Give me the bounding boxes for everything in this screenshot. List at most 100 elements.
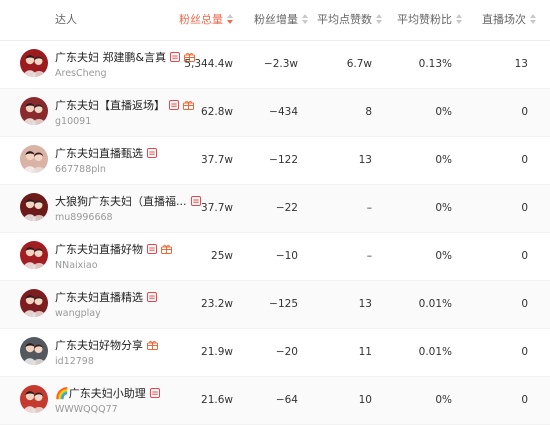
avatar[interactable] [20,289,48,317]
sort-icon [376,14,382,24]
talent-account-id: AresCheng [55,68,107,79]
talent-name[interactable]: 广东夫妇 郑建鹏&言真 [55,49,196,65]
table-row[interactable]: 广东夫妇直播精选 wangplay 23.2w −125 13 0.01% 0 [0,281,550,329]
live-sessions-value: 0 [521,346,528,358]
like-fan-ratio-value: 0.13% [418,58,452,70]
avg-likes-value: 13 [358,154,372,166]
live-sessions-value: 0 [521,250,528,262]
fans-increase-value: −434 [269,106,298,118]
avg-likes-value: 6.7w [346,58,372,70]
col-fans-total-header[interactable]: 粉丝总量 [179,0,233,40]
col-fans-total-label: 粉丝总量 [179,13,223,26]
fans-increase-value: −122 [269,154,298,166]
live-badge-icon [190,196,201,206]
col-fans-increase-header[interactable]: 粉丝增量 [254,0,308,40]
talent-name[interactable]: 广东夫妇好物分享 [55,337,158,353]
avatar[interactable] [20,97,48,125]
talent-name[interactable]: 广东夫妇直播好物 [55,241,172,257]
table-row[interactable]: 广东夫妇直播甄选 667788pln 37.7w −122 13 0% 0 [0,137,550,185]
table-row[interactable]: 广东夫妇【直播返场】 g10091 62.8w −434 8 0% 0 [0,89,550,137]
live-badge-icon [147,292,157,302]
fans-increase-value: −2.3w [263,58,298,70]
fans-total-value: 21.6w [201,394,233,406]
avg-likes-value: 10 [358,394,372,406]
talent-name-text[interactable]: 广东夫妇 郑建鹏&言真 [55,51,166,64]
talent-account-id: mu8996668 [55,212,113,223]
talent-name-text[interactable]: 🌈广东夫妇小助理 [55,387,146,400]
avatar[interactable] [20,49,48,77]
live-sessions-value: 0 [521,106,528,118]
fans-total-value: 62.8w [201,106,233,118]
like-fan-ratio-value: 0% [435,202,452,214]
fans-total-value: 37.7w [201,202,233,214]
col-fans-increase-label: 粉丝增量 [254,13,298,26]
table-row[interactable]: 广东夫妇好物分享 id12798 21.9w −20 11 0.01% 0 [0,329,550,377]
talent-name-text[interactable]: 广东夫妇【直播返场】 [55,99,165,112]
talent-name[interactable]: 大狼狗广东夫妇（直播福... [55,193,201,209]
table-body: 广东夫妇 郑建鹏&言真 AresCheng 5,344.4w −2.3w 6.7w 0.1… [0,41,550,425]
avg-likes-value: – [366,202,372,214]
talent-name-text[interactable]: 广东夫妇好物分享 [55,339,143,352]
talent-name[interactable]: 广东夫妇【直播返场】 [55,97,194,113]
talent-ranking-table: 达人 粉丝总量 粉丝增量 平均点赞数 平均赞粉比 直播场次 广东夫妇 郑建鹏&言… [0,0,550,425]
fans-total-value: 23.2w [201,298,233,310]
avg-likes-value: 8 [365,106,372,118]
fans-total-value: 25w [211,250,233,262]
col-avg-likes-label: 平均点赞数 [317,13,372,26]
avatar[interactable] [20,193,48,221]
gift-badge-icon [161,244,172,254]
avg-likes-value: 13 [358,298,372,310]
avatar[interactable] [20,241,48,269]
talent-name-text[interactable]: 广东夫妇直播精选 [55,291,143,304]
talent-name[interactable]: 🌈广东夫妇小助理 [55,385,160,401]
gift-badge-icon [147,340,158,350]
col-lives-label: 直播场次 [482,13,526,26]
fans-total-value: 21.9w [201,346,233,358]
table-row[interactable]: 广东夫妇 郑建鹏&言真 AresCheng 5,344.4w −2.3w 6.7w 0.1… [0,41,550,89]
table-header: 达人 粉丝总量 粉丝增量 平均点赞数 平均赞粉比 直播场次 [0,0,550,41]
fans-increase-value: −22 [275,202,298,214]
live-sessions-value: 0 [521,202,528,214]
live-badge-icon [147,148,157,158]
avg-likes-value: 11 [358,346,372,358]
talent-account-id: g10091 [55,116,92,127]
col-ratio-label: 平均赞粉比 [397,13,452,26]
gift-badge-icon [183,100,194,110]
sort-icon [530,14,536,24]
fans-total-value: 5,344.4w [184,58,233,70]
fans-increase-value: −64 [275,394,298,406]
talent-name-text[interactable]: 广东夫妇直播好物 [55,243,143,256]
talent-name[interactable]: 广东夫妇直播甄选 [55,145,157,161]
live-badge-icon [170,52,181,62]
avatar[interactable] [20,145,48,173]
col-ratio-header[interactable]: 平均赞粉比 [397,0,462,40]
talent-account-id: NNaixiao [55,260,98,271]
talent-account-id: wangplay [55,308,101,319]
like-fan-ratio-value: 0% [435,154,452,166]
live-sessions-value: 0 [521,154,528,166]
like-fan-ratio-value: 0% [435,106,452,118]
table-row[interactable]: 🌈广东夫妇小助理 WWWQQQ77 21.6w −64 10 0% 0 [0,377,550,425]
col-lives-header[interactable]: 直播场次 [482,0,536,40]
like-fan-ratio-value: 0% [435,394,452,406]
avatar[interactable] [20,385,48,413]
sort-icon [456,14,462,24]
live-badge-icon [147,244,157,254]
talent-account-id: id12798 [55,356,94,367]
col-talent-header: 达人 [55,13,77,26]
col-avg-likes-header[interactable]: 平均点赞数 [317,0,382,40]
talent-name-text[interactable]: 广东夫妇直播甄选 [55,147,143,160]
like-fan-ratio-value: 0.01% [418,298,452,310]
fans-total-value: 37.7w [201,154,233,166]
table-row[interactable]: 大狼狗广东夫妇（直播福... mu8996668 37.7w −22 – 0% 0 [0,185,550,233]
fans-increase-value: −20 [275,346,298,358]
table-row[interactable]: 广东夫妇直播好物 NNaixiao 25w −10 – 0% 0 [0,233,550,281]
talent-name[interactable]: 广东夫妇直播精选 [55,289,157,305]
live-badge-icon [149,388,160,398]
talent-account-id: 667788pln [55,164,106,175]
live-sessions-value: 13 [514,58,528,70]
talent-account-id: WWWQQQ77 [55,404,118,415]
live-badge-icon [169,100,179,110]
talent-name-text[interactable]: 大狼狗广东夫妇（直播福... [55,195,187,208]
avatar[interactable] [20,337,48,365]
